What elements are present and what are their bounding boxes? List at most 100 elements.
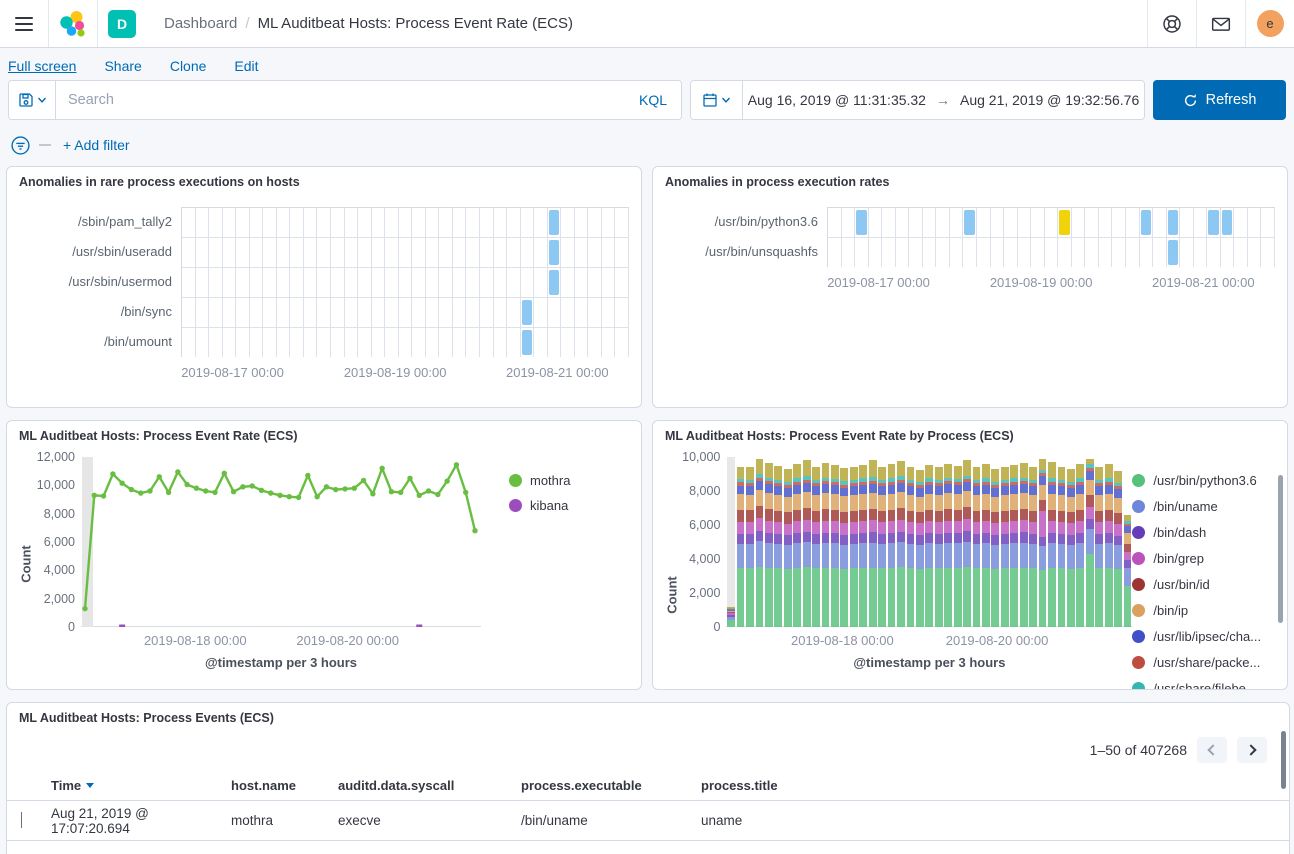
bar-segment[interactable]	[1086, 519, 1094, 529]
bar-stack[interactable]	[916, 457, 924, 627]
swimlane-cell[interactable]	[236, 297, 250, 327]
bar-segment[interactable]	[793, 543, 801, 568]
bar-segment[interactable]	[954, 533, 962, 543]
bar-segment[interactable]	[850, 483, 858, 486]
bar-segment[interactable]	[1029, 534, 1037, 544]
bar-segment[interactable]	[1095, 544, 1103, 569]
swimlane-cell[interactable]	[1140, 207, 1154, 237]
bar-segment[interactable]	[1114, 536, 1122, 546]
swimlane-cell[interactable]	[1031, 207, 1045, 237]
bar-segment[interactable]	[840, 481, 848, 484]
bar-segment[interactable]	[963, 479, 971, 482]
bar-segment[interactable]	[1095, 511, 1103, 522]
menu-button[interactable]	[0, 0, 48, 47]
bar-segment[interactable]	[756, 518, 764, 530]
anomaly-cell[interactable]	[522, 330, 533, 355]
bar-segment[interactable]	[812, 480, 820, 483]
swimlane-cell[interactable]	[602, 267, 616, 297]
bar-segment[interactable]	[1058, 544, 1066, 569]
anomaly-cell[interactable]	[549, 270, 560, 295]
swimlane-cell[interactable]	[1180, 237, 1194, 267]
bar-segment[interactable]	[1039, 570, 1047, 627]
anomaly-cell[interactable]	[549, 210, 560, 235]
swimlane-cell[interactable]	[223, 327, 237, 357]
bar-segment[interactable]	[897, 508, 905, 520]
bar-segment[interactable]	[1114, 545, 1122, 569]
bar-segment[interactable]	[991, 469, 999, 482]
data-point[interactable]	[426, 488, 431, 493]
swimlane-cell[interactable]	[250, 297, 264, 327]
bar-stack[interactable]	[963, 457, 971, 627]
bar-stack[interactable]	[944, 457, 952, 627]
bar-segment[interactable]	[746, 522, 754, 534]
bar-segment[interactable]	[907, 486, 915, 495]
swimlane-cell[interactable]	[399, 267, 413, 297]
bar-segment[interactable]	[1105, 494, 1113, 510]
swimlane-cell[interactable]	[358, 207, 372, 237]
swimlane-cell[interactable]	[236, 267, 250, 297]
data-point[interactable]	[370, 491, 375, 496]
refresh-button[interactable]: Refresh	[1153, 80, 1286, 120]
swimlane-cell[interactable]	[507, 237, 521, 267]
bar-segment[interactable]	[822, 521, 830, 533]
bar-segment[interactable]	[1086, 480, 1094, 496]
bar-segment[interactable]	[1124, 533, 1132, 544]
bar-segment[interactable]	[756, 459, 764, 474]
bar-segment[interactable]	[803, 532, 811, 542]
bar-segment[interactable]	[878, 480, 886, 483]
bar-segment[interactable]	[1124, 560, 1132, 567]
bar-segment[interactable]	[840, 545, 848, 569]
bar-segment[interactable]	[774, 522, 782, 534]
swimlane-cell[interactable]	[869, 237, 883, 267]
bar-segment[interactable]	[1076, 485, 1084, 494]
swimlane-cell[interactable]	[277, 297, 291, 327]
bar-segment[interactable]	[737, 534, 745, 544]
swimlane-cell[interactable]	[1194, 207, 1208, 237]
swimlane-cell[interactable]	[317, 237, 331, 267]
dashboard-app-badge[interactable]: D	[98, 0, 146, 47]
bar-segment[interactable]	[954, 510, 962, 522]
data-point[interactable]	[435, 492, 440, 497]
swimlane-cell[interactable]	[466, 207, 480, 237]
bar-segment[interactable]	[784, 485, 792, 488]
swimlane-cell[interactable]	[399, 237, 413, 267]
swimlane-cell[interactable]	[521, 207, 535, 237]
bar-segment[interactable]	[973, 522, 981, 534]
swimlane-cell[interactable]	[561, 267, 575, 297]
swimlane-cell[interactable]	[494, 327, 508, 357]
bar-segment[interactable]	[1039, 476, 1047, 485]
bar-segment[interactable]	[803, 567, 811, 627]
bar-segment[interactable]	[1010, 482, 1018, 485]
bar-segment[interactable]	[963, 531, 971, 541]
bar-segment[interactable]	[793, 510, 801, 522]
swimlane-cell[interactable]	[561, 207, 575, 237]
search-input[interactable]	[56, 81, 625, 119]
swimlane-cell[interactable]	[345, 267, 359, 297]
swimlane-cell[interactable]	[277, 327, 291, 357]
bar-segment[interactable]	[1124, 524, 1132, 526]
bar-segment[interactable]	[1067, 545, 1075, 569]
bar-segment[interactable]	[1048, 568, 1056, 627]
swimlane-cell[interactable]	[1234, 207, 1248, 237]
data-point[interactable]	[110, 471, 115, 476]
swimlane-cell[interactable]	[223, 267, 237, 297]
bar-segment[interactable]	[888, 482, 896, 485]
bar-segment[interactable]	[822, 543, 830, 568]
bar-segment[interactable]	[916, 512, 924, 523]
swimlane-cell[interactable]	[615, 297, 629, 327]
bar-segment[interactable]	[1048, 482, 1056, 485]
bar-segment[interactable]	[803, 476, 811, 480]
swimlane-cell[interactable]	[453, 327, 467, 357]
bar-segment[interactable]	[746, 495, 754, 511]
bar-segment[interactable]	[935, 568, 943, 627]
bar-segment[interactable]	[793, 464, 801, 479]
bar-segment[interactable]	[840, 523, 848, 535]
bar-stack[interactable]	[1114, 457, 1122, 627]
swimlane-cell[interactable]	[250, 267, 264, 297]
swimlane-cell[interactable]	[1221, 237, 1235, 267]
bar-segment[interactable]	[1095, 486, 1103, 495]
bar-segment[interactable]	[954, 543, 962, 568]
swimlane-cell[interactable]	[426, 267, 440, 297]
swimlane-cell[interactable]	[1045, 237, 1059, 267]
swimlane-cell[interactable]	[521, 327, 535, 357]
